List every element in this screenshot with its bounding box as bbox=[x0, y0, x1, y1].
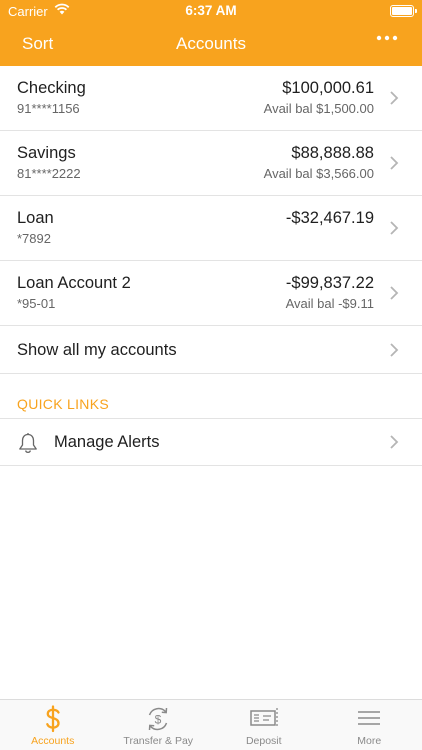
manage-alerts-label: Manage Alerts bbox=[54, 433, 160, 451]
available-balance: Avail bal $3,566.00 bbox=[263, 166, 374, 181]
available-balance: Avail bal -$9.11 bbox=[285, 296, 374, 311]
account-name: Loan Account 2 bbox=[17, 274, 131, 292]
more-options-icon[interactable] bbox=[376, 35, 398, 41]
chevron-right-icon bbox=[390, 91, 399, 105]
available-balance: Avail bal $1,500.00 bbox=[263, 101, 374, 116]
quick-links-header: QUICK LINKS bbox=[0, 374, 422, 419]
tab-deposit[interactable]: Deposit bbox=[211, 700, 317, 750]
account-name: Loan bbox=[17, 209, 54, 227]
account-balance: $100,000.61 bbox=[282, 79, 374, 97]
tab-bar: Accounts $ Transfer & Pay Deposit More bbox=[0, 699, 422, 750]
status-time: 6:37 AM bbox=[185, 3, 237, 18]
account-number: 81****2222 bbox=[17, 166, 81, 181]
accounts-list: Checking 91****1156 $100,000.61 Avail ba… bbox=[0, 66, 422, 466]
status-bar: Carrier 6:37 AM bbox=[0, 0, 422, 22]
battery-icon bbox=[390, 5, 417, 17]
tab-more[interactable]: More bbox=[317, 700, 422, 750]
account-row-loan[interactable]: Loan *7892 -$32,467.19 bbox=[0, 196, 422, 261]
tab-transfer-pay[interactable]: $ Transfer & Pay bbox=[106, 700, 212, 750]
sort-button[interactable]: Sort bbox=[22, 34, 53, 54]
account-balance: -$99,837.22 bbox=[285, 274, 374, 292]
account-row-loan-account-2[interactable]: Loan Account 2 *95-01 -$99,837.22 Avail … bbox=[0, 261, 422, 326]
account-balance: -$32,467.19 bbox=[285, 209, 374, 227]
account-name: Checking bbox=[17, 79, 86, 97]
tab-label: Transfer & Pay bbox=[123, 735, 194, 747]
tab-label: Deposit bbox=[245, 735, 282, 747]
tab-label: Accounts bbox=[31, 735, 75, 747]
tab-accounts[interactable]: Accounts bbox=[0, 700, 106, 750]
chevron-right-icon bbox=[390, 343, 399, 357]
dollar-icon bbox=[45, 705, 60, 733]
tab-label: More bbox=[357, 735, 382, 747]
manage-alerts-row[interactable]: Manage Alerts bbox=[0, 419, 422, 466]
chevron-right-icon bbox=[390, 435, 399, 449]
account-number: *95-01 bbox=[17, 296, 56, 311]
nav-bar: Sort Accounts bbox=[0, 22, 422, 66]
app-header: Carrier 6:37 AM Sort Accounts bbox=[0, 0, 422, 66]
page-title: Accounts bbox=[176, 34, 246, 53]
account-number: *7892 bbox=[17, 231, 51, 246]
show-all-accounts-label: Show all my accounts bbox=[17, 341, 177, 359]
account-balance: $88,888.88 bbox=[291, 144, 374, 162]
svg-text:$: $ bbox=[155, 713, 162, 727]
account-row-checking[interactable]: Checking 91****1156 $100,000.61 Avail ba… bbox=[0, 66, 422, 131]
account-number: 91****1156 bbox=[17, 101, 80, 116]
chevron-right-icon bbox=[390, 221, 399, 235]
menu-icon bbox=[358, 711, 381, 725]
check-deposit-icon bbox=[250, 708, 278, 728]
quick-links-title: QUICK LINKS bbox=[17, 396, 109, 412]
chevron-right-icon bbox=[390, 286, 399, 300]
bell-icon bbox=[19, 433, 37, 453]
transfer-icon: $ bbox=[149, 707, 168, 731]
account-row-savings[interactable]: Savings 81****2222 $88,888.88 Avail bal … bbox=[0, 131, 422, 196]
account-name: Savings bbox=[17, 144, 76, 162]
show-all-accounts-row[interactable]: Show all my accounts bbox=[0, 326, 422, 374]
chevron-right-icon bbox=[390, 156, 399, 170]
